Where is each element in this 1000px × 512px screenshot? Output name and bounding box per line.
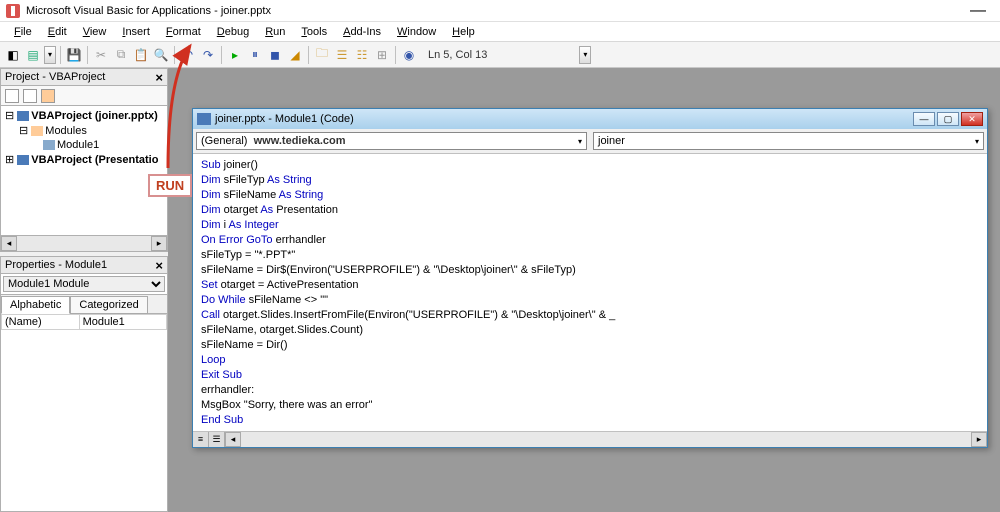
prop-name-key: (Name) (2, 315, 80, 330)
project-explorer-header: Project - VBAProject × (0, 68, 168, 86)
left-panel: Project - VBAProject × ⊟ VBAProject (joi… (0, 68, 168, 512)
title-bar: Microsoft Visual Basic for Applications … (0, 0, 1000, 22)
cut-icon[interactable]: ✂ (92, 46, 110, 64)
menu-run[interactable]: Run (257, 24, 293, 40)
properties-tabs: Alphabetic Categorized (0, 295, 168, 313)
toolbar-dropdown-2[interactable]: ▾ (579, 46, 591, 64)
project-explorer-title: Project - VBAProject (5, 71, 105, 83)
codewin-maximize[interactable]: ▢ (937, 112, 959, 126)
code-window: joiner.pptx - Module1 (Code) — ▢ ✕ (Gene… (192, 108, 988, 448)
menu-addins[interactable]: Add-Ins (335, 24, 389, 40)
toolbox-icon[interactable]: ⊞ (373, 46, 391, 64)
app-icon (6, 4, 20, 18)
menu-help[interactable]: Help (444, 24, 483, 40)
project-explorer-icon[interactable]: 🗀 (313, 46, 331, 64)
code-hscroll[interactable]: ◂▸ (225, 432, 987, 447)
code-dropdowns: (General) www.tedieka.com▾ joiner▾ (193, 129, 987, 154)
object-list-dropdown[interactable]: (General) www.tedieka.com▾ (196, 132, 587, 150)
properties-object-select[interactable]: Module1 Module (0, 274, 168, 295)
code-window-footer: ≡ ☰ ◂▸ (193, 431, 987, 447)
module1-node[interactable]: Module1 (57, 139, 99, 151)
close-project-explorer[interactable]: × (155, 70, 163, 85)
codewin-minimize[interactable]: — (913, 112, 935, 126)
run-annotation: RUN (148, 174, 192, 197)
project-node-1[interactable]: VBAProject (joiner.pptx) (31, 110, 158, 122)
undo-icon[interactable]: ↶ (179, 46, 197, 64)
menu-debug[interactable]: Debug (209, 24, 257, 40)
project-hscroll[interactable]: ◂▸ (0, 236, 168, 252)
code-editor[interactable]: Sub joiner() Dim sFileTyp As String Dim … (193, 154, 987, 431)
menu-file[interactable]: File (6, 24, 40, 40)
procedure-view-icon[interactable]: ≡ (193, 432, 209, 447)
run-icon[interactable]: ▸ (226, 46, 244, 64)
window-title: Microsoft Visual Basic for Applications … (26, 5, 271, 17)
code-window-title: joiner.pptx - Module1 (Code) (215, 113, 354, 125)
properties-header: Properties - Module1 × (0, 256, 168, 274)
copy-icon[interactable]: ⧉ (112, 46, 130, 64)
mdi-area: RUN joiner.pptx - Module1 (Code) — ▢ ✕ (… (168, 68, 1000, 512)
tab-categorized[interactable]: Categorized (70, 296, 147, 314)
reset-icon[interactable]: ◼ (266, 46, 284, 64)
codewin-close[interactable]: ✕ (961, 112, 983, 126)
properties-title: Properties - Module1 (5, 259, 107, 271)
properties-grid[interactable]: (Name)Module1 (0, 313, 168, 512)
menu-tools[interactable]: Tools (293, 24, 335, 40)
close-properties[interactable]: × (155, 258, 163, 273)
view-icon[interactable]: ◧ (4, 46, 22, 64)
menu-edit[interactable]: Edit (40, 24, 75, 40)
insert-icon[interactable]: ▤ (24, 46, 42, 64)
save-icon[interactable]: 💾 (65, 46, 83, 64)
help-icon[interactable]: ◉ (400, 46, 418, 64)
modules-folder[interactable]: Modules (45, 125, 87, 137)
break-icon[interactable]: ⏸ (246, 46, 264, 64)
procedure-list-dropdown[interactable]: joiner▾ (593, 132, 984, 150)
menu-format[interactable]: Format (158, 24, 209, 40)
project-node-2[interactable]: VBAProject (Presentatio (31, 154, 158, 166)
redo-icon[interactable]: ↷ (199, 46, 217, 64)
object-browser-icon[interactable]: ☷ (353, 46, 371, 64)
prop-name-value[interactable]: Module1 (79, 315, 166, 330)
minimize-button[interactable]: — (962, 2, 994, 20)
paste-icon[interactable]: 📋 (132, 46, 150, 64)
toolbar-dropdown[interactable]: ▾ (44, 46, 56, 64)
properties-icon[interactable]: ☰ (333, 46, 351, 64)
project-toolbar (0, 86, 168, 106)
project-tree[interactable]: ⊟ VBAProject (joiner.pptx) ⊟ Modules Mod… (0, 106, 168, 236)
menu-bar: File Edit View Insert Format Debug Run T… (0, 22, 1000, 42)
cursor-position: Ln 5, Col 13 (428, 49, 487, 61)
toolbar: ◧ ▤ ▾ 💾 ✂ ⧉ 📋 🔍 ↶ ↷ ▸ ⏸ ◼ ◢ 🗀 ☰ ☷ ⊞ ◉ Ln… (0, 42, 1000, 68)
view-object-icon[interactable] (23, 89, 37, 103)
view-code-icon[interactable] (5, 89, 19, 103)
code-window-titlebar[interactable]: joiner.pptx - Module1 (Code) — ▢ ✕ (193, 109, 987, 129)
module-icon (197, 113, 211, 125)
object-dropdown[interactable]: Module1 Module (3, 276, 165, 292)
menu-view[interactable]: View (75, 24, 115, 40)
full-module-view-icon[interactable]: ☰ (209, 432, 225, 447)
toggle-folders-icon[interactable] (41, 89, 55, 103)
design-icon[interactable]: ◢ (286, 46, 304, 64)
tab-alphabetic[interactable]: Alphabetic (1, 296, 70, 314)
menu-window[interactable]: Window (389, 24, 444, 40)
find-icon[interactable]: 🔍 (152, 46, 170, 64)
menu-insert[interactable]: Insert (114, 24, 158, 40)
